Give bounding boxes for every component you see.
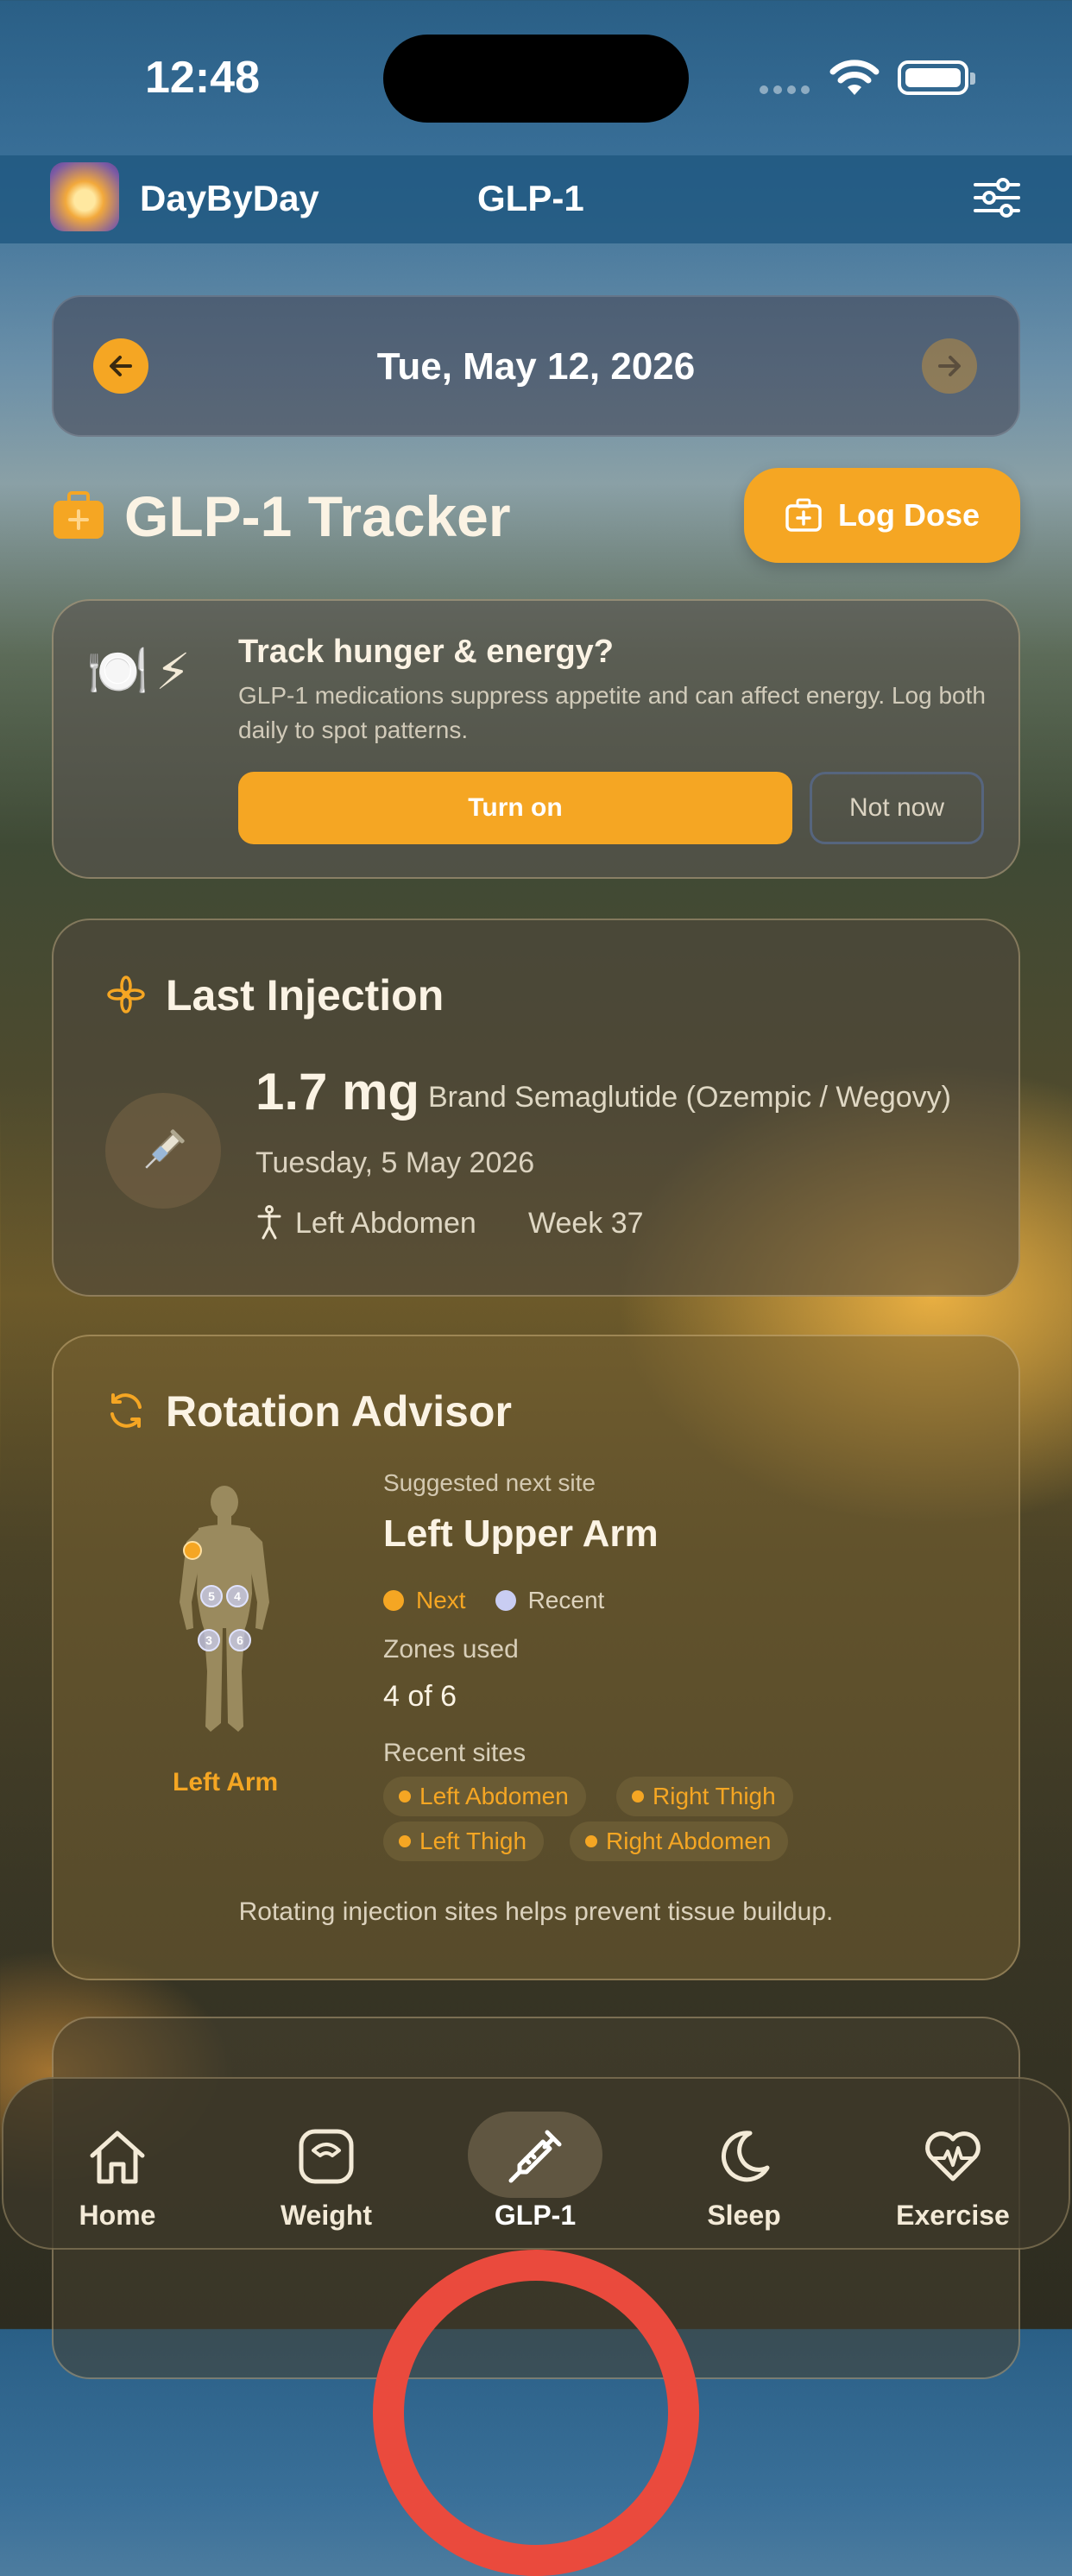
zone-4-number: 4 [234, 1589, 241, 1603]
heart-pulse-icon [867, 2122, 1039, 2191]
tab-glp1-label: GLP-1 [494, 2200, 577, 2231]
recent-site-text: Right Abdomen [606, 1828, 772, 1854]
lightning-icon: ⚡ [155, 644, 191, 700]
legend-recent-dot [495, 1590, 516, 1611]
tab-home[interactable]: Home [31, 2122, 204, 2232]
dynamic-island [383, 35, 689, 123]
status-time: 12:48 [145, 53, 260, 103]
recent-site-chip: Right Thigh [616, 1777, 793, 1816]
scale-icon [240, 2122, 413, 2191]
tab-home-label: Home [79, 2200, 156, 2231]
page-title: GLP-1 [477, 178, 584, 218]
tab-sleep[interactable]: Sleep [658, 2122, 830, 2232]
zone-legend: Next Recent [383, 1587, 604, 1614]
tracker-title: GLP-1 Tracker [124, 484, 511, 548]
body-map-label: Left Arm [173, 1768, 279, 1796]
battery-icon [898, 60, 975, 95]
injection-week: Week 37 [528, 1207, 644, 1240]
log-dose-button[interactable]: Log Dose [744, 468, 1020, 563]
home-icon [31, 2122, 204, 2191]
tab-exercise-label: Exercise [896, 2200, 1010, 2231]
not-now-button[interactable]: Not now [810, 772, 984, 844]
recent-site-chip: Left Thigh [383, 1822, 545, 1861]
app-logo-icon [50, 162, 119, 231]
progress-ring [373, 2250, 699, 2576]
asterisk-icon [107, 975, 145, 1018]
zone-next-marker[interactable] [183, 1541, 202, 1560]
app-name: DayByDay [140, 178, 319, 218]
body-figure-icon [255, 1205, 283, 1244]
syringe-icon [145, 1129, 185, 1169]
medical-bag-icon [52, 490, 105, 545]
rotate-arrows-icon [105, 1390, 147, 1436]
body-map[interactable]: 5 4 3 6 [155, 1481, 293, 1745]
tab-weight[interactable]: Weight [240, 2122, 413, 2232]
suggested-site-label: Suggested next site [383, 1469, 596, 1496]
tab-exercise[interactable]: Exercise [867, 2122, 1039, 2232]
prompt-description: GLP-1 medications suppress appetite and … [238, 682, 986, 743]
legend-next-dot [383, 1590, 404, 1611]
medication-brand: Brand Semaglutide (Ozempic / Wegovy) [428, 1081, 951, 1114]
zones-used-value: 4 of 6 [383, 1680, 457, 1713]
zone-3-number: 3 [205, 1633, 212, 1647]
rotation-advisor-title: Rotation Advisor [166, 1387, 512, 1436]
turn-on-button[interactable]: Turn on [238, 772, 792, 844]
prompt-title: Track hunger & energy? [238, 634, 615, 670]
medical-bag-icon [785, 498, 822, 532]
syringe-icon [449, 2122, 621, 2191]
legend-next-label: Next [416, 1587, 466, 1613]
dose-value: 1.7 mg [255, 1063, 420, 1121]
moon-icon [658, 2122, 830, 2191]
arrow-right-icon [938, 356, 961, 376]
plate-icon: 🍽️ [86, 643, 149, 699]
syringe-badge [105, 1093, 221, 1209]
settings-sliders-icon[interactable] [974, 178, 1020, 222]
zone-6-number: 6 [236, 1633, 243, 1647]
rotation-note: Rotating injection sites helps prevent t… [238, 1897, 834, 1926]
recent-site-text: Right Thigh [653, 1783, 776, 1809]
log-dose-label: Log Dose [837, 497, 980, 533]
zones-used-label: Zones used [383, 1635, 519, 1664]
recent-site-chip: Left Abdomen [383, 1777, 586, 1816]
tab-sleep-label: Sleep [707, 2200, 781, 2231]
recent-site-text: Left Abdomen [419, 1783, 569, 1809]
suggested-site: Left Upper Arm [383, 1512, 659, 1555]
wifi-icon [829, 57, 880, 101]
cellular-signal-icon [760, 83, 815, 98]
legend-recent-label: Recent [527, 1587, 605, 1613]
recent-sites-label: Recent sites [383, 1739, 527, 1767]
next-day-button[interactable] [922, 338, 977, 394]
injection-date: Tuesday, 5 May 2026 [255, 1146, 535, 1179]
tab-glp1[interactable]: GLP-1 [449, 2122, 621, 2232]
tab-weight-label: Weight [280, 2200, 373, 2231]
last-injection-title: Last Injection [166, 971, 445, 1020]
recent-site-chip: Right Abdomen [570, 1822, 789, 1861]
injection-site: Left Abdomen [295, 1207, 476, 1240]
zone-5-number: 5 [208, 1589, 215, 1603]
current-date: Tue, May 12, 2026 [376, 345, 696, 388]
recent-site-text: Left Thigh [419, 1828, 527, 1854]
